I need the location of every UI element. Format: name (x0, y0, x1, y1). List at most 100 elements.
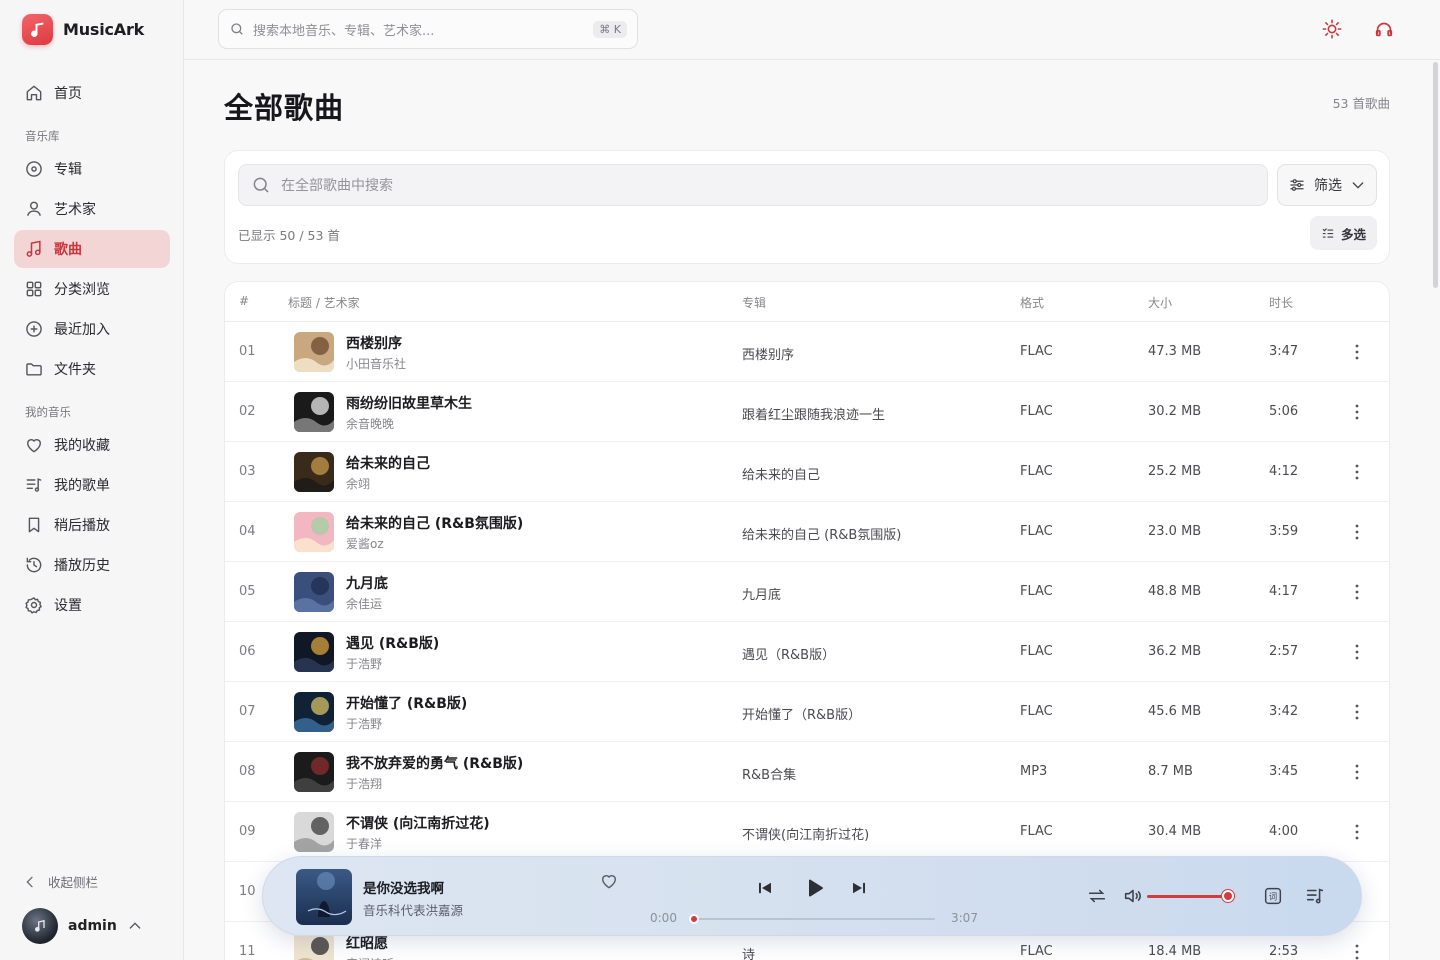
song-artist[interactable]: 爱酱oz (346, 535, 384, 552)
sidebar-item-browse[interactable]: 分类浏览 (14, 270, 170, 308)
collapse-sidebar-button[interactable]: 收起侧栏 (22, 872, 98, 891)
album-cover[interactable] (294, 752, 334, 792)
progress-knob[interactable] (689, 914, 699, 924)
more-vertical-icon[interactable] (1351, 342, 1363, 362)
song-artist[interactable]: 于浩野 (346, 715, 382, 732)
sidebar-item-favorites[interactable]: 我的收藏 (14, 426, 170, 464)
brand[interactable]: MusicArk (22, 14, 144, 45)
sidebar-item-history[interactable]: 播放历史 (14, 546, 170, 584)
headphones-icon[interactable] (1373, 18, 1395, 40)
more-vertical-icon[interactable] (1351, 522, 1363, 542)
song-title[interactable]: 雨纷纷旧故里草木生 (346, 393, 472, 413)
more-vertical-icon[interactable] (1351, 642, 1363, 662)
song-album[interactable]: 给未来的自己 (R&B氛围版) (742, 524, 901, 543)
song-title[interactable]: 开始懂了 (R&B版) (346, 693, 467, 713)
song-artist[interactable]: 于浩翔 (346, 775, 382, 792)
volume-knob[interactable] (1221, 890, 1234, 902)
sidebar-item-recent[interactable]: 最近加入 (14, 310, 170, 348)
song-title[interactable]: 不谓侠 (向江南折过花) (346, 813, 490, 833)
progress-track[interactable] (693, 918, 935, 920)
volume-icon[interactable] (1122, 885, 1144, 907)
song-artist[interactable]: 余翊 (346, 475, 370, 492)
song-title[interactable]: 九月底 (346, 573, 388, 593)
table-row[interactable]: 06 遇见 (R&B版) 于浩野 遇见（R&B版） FLAC 36.2 MB 2:57 (225, 622, 1389, 682)
album-cover[interactable] (294, 392, 334, 432)
sidebar-item-home[interactable]: 首页 (14, 74, 170, 112)
album-cover[interactable] (294, 812, 334, 852)
table-row[interactable]: 04 给未来的自己 (R&B氛围版) 爱酱oz 给未来的自己 (R&B氛围版) FLAC… (225, 502, 1389, 562)
sidebar-item-settings[interactable]: 设置 (14, 586, 170, 624)
song-album[interactable]: 开始懂了（R&B版） (742, 704, 861, 723)
song-album[interactable]: 跟着红尘跟随我浪迹一生 (742, 404, 885, 423)
sidebar-item-albums[interactable]: 专辑 (14, 150, 170, 188)
song-album[interactable]: 诗 (742, 944, 755, 960)
previous-icon[interactable] (756, 879, 774, 897)
song-title[interactable]: 遇见 (R&B版) (346, 633, 439, 653)
table-row[interactable]: 09 不谓侠 (向江南折过花) 于春洋 不谓侠(向江南折过花) FLAC 30.4 MB 4… (225, 802, 1389, 862)
next-icon[interactable] (850, 879, 868, 897)
queue-icon[interactable] (1304, 885, 1326, 907)
user-menu[interactable]: admin (22, 908, 143, 944)
songs-search-input[interactable]: 在全部歌曲中搜索 (238, 164, 1268, 206)
song-album[interactable]: 给未来的自己 (742, 464, 820, 483)
header-format[interactable]: 格式 (1020, 294, 1044, 311)
song-artist[interactable]: 于春洋 (346, 835, 382, 852)
now-playing-artist[interactable]: 音乐科代表洪嘉源 (363, 900, 463, 919)
more-vertical-icon[interactable] (1351, 462, 1363, 482)
more-vertical-icon[interactable] (1351, 402, 1363, 422)
play-icon[interactable] (802, 876, 826, 900)
sidebar-item-songs[interactable]: 歌曲 (14, 230, 170, 268)
table-row[interactable]: 02 雨纷纷旧故里草木生 余音晚晚 跟着红尘跟随我浪迹一生 FLAC 30.2 MB 5:0… (225, 382, 1389, 442)
song-artist[interactable]: 余音晚晚 (346, 415, 394, 432)
more-vertical-icon[interactable] (1351, 762, 1363, 782)
sidebar-item-playlists[interactable]: 我的歌单 (14, 466, 170, 504)
repeat-icon[interactable] (1086, 885, 1108, 907)
header-duration[interactable]: 时长 (1269, 294, 1293, 311)
album-cover[interactable] (294, 692, 334, 732)
header-title[interactable]: 标题 / 艺术家 (288, 294, 360, 311)
filter-button[interactable]: 筛选 (1277, 164, 1377, 206)
song-title[interactable]: 给未来的自己 (346, 453, 430, 473)
lyrics-icon[interactable]: 词 (1262, 885, 1284, 907)
table-row[interactable]: 08 我不放弃爱的勇气 (R&B版) 于浩翔 R&B合集 MP3 8.7 MB 3:45 (225, 742, 1389, 802)
header-album[interactable]: 专辑 (742, 294, 766, 311)
album-cover[interactable] (294, 572, 334, 612)
song-album[interactable]: 九月底 (742, 584, 781, 603)
song-format: FLAC (1020, 944, 1053, 959)
album-cover[interactable] (294, 932, 334, 960)
heart-icon[interactable] (599, 871, 619, 891)
album-cover[interactable] (294, 332, 334, 372)
table-row[interactable]: 01 西楼别序 小田音乐社 西楼别序 FLAC 47.3 MB 3:47 (225, 322, 1389, 382)
song-album[interactable]: 西楼别序 (742, 344, 794, 363)
song-album[interactable]: R&B合集 (742, 764, 796, 783)
song-artist[interactable]: 音阙诗听 (346, 955, 394, 960)
more-vertical-icon[interactable] (1351, 822, 1363, 842)
more-vertical-icon[interactable] (1351, 582, 1363, 602)
song-album[interactable]: 不谓侠(向江南折过花) (742, 824, 869, 843)
sun-icon[interactable] (1321, 18, 1343, 40)
scrollbar[interactable] (1433, 62, 1438, 288)
table-row[interactable]: 05 九月底 余佳运 九月底 FLAC 48.8 MB 4:17 (225, 562, 1389, 622)
album-cover[interactable] (294, 512, 334, 552)
song-title[interactable]: 红昭愿 (346, 933, 388, 953)
song-title[interactable]: 我不放弃爱的勇气 (R&B版) (346, 753, 523, 773)
multi-select-button[interactable]: 多选 (1310, 216, 1377, 250)
more-vertical-icon[interactable] (1351, 942, 1363, 960)
sidebar-item-artists[interactable]: 艺术家 (14, 190, 170, 228)
song-artist[interactable]: 于浩野 (346, 655, 382, 672)
song-artist[interactable]: 小田音乐社 (346, 355, 406, 372)
more-vertical-icon[interactable] (1351, 702, 1363, 722)
song-title[interactable]: 给未来的自己 (R&B氛围版) (346, 513, 523, 533)
song-artist[interactable]: 余佳运 (346, 595, 382, 612)
sidebar-item-later[interactable]: 稍后播放 (14, 506, 170, 544)
song-album[interactable]: 遇见（R&B版） (742, 644, 835, 663)
album-cover[interactable] (294, 632, 334, 672)
song-title[interactable]: 西楼别序 (346, 333, 402, 353)
sidebar-item-folders[interactable]: 文件夹 (14, 350, 170, 388)
global-search-input[interactable]: 搜索本地音乐、专辑、艺术家... ⌘ K (218, 9, 638, 49)
table-row[interactable]: 07 开始懂了 (R&B版) 于浩野 开始懂了（R&B版） FLAC 45.6 MB 3:4… (225, 682, 1389, 742)
table-row[interactable]: 03 给未来的自己 余翊 给未来的自己 FLAC 25.2 MB 4:12 (225, 442, 1389, 502)
album-cover[interactable] (294, 452, 334, 492)
header-size[interactable]: 大小 (1148, 294, 1172, 311)
now-playing-cover[interactable] (296, 869, 352, 925)
